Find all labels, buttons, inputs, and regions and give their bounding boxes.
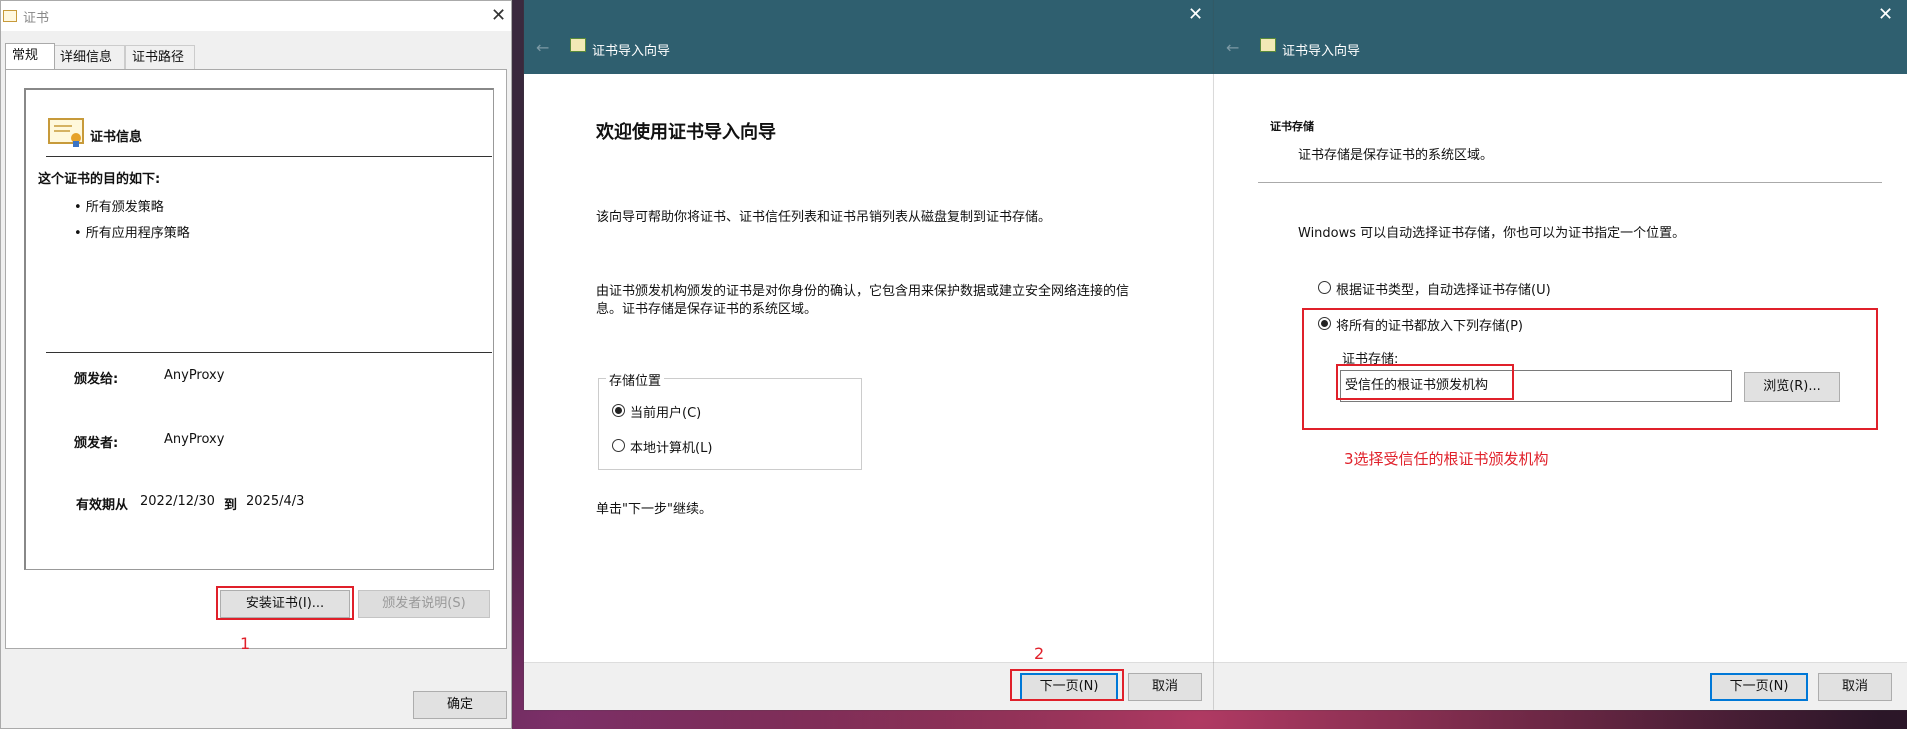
intro-text: Windows 可以自动选择证书存储，你也可以为证书指定一个位置。 <box>1298 226 1686 241</box>
import-wizard-welcome-window: ✕ ← 证书导入向导 欢迎使用证书导入向导 该向导可帮助你将证书、证书信任列表和… <box>524 0 1214 710</box>
section-title: 证书存储 <box>1270 120 1314 133</box>
close-icon[interactable]: ✕ <box>1878 6 1893 24</box>
certificate-info-box: 证书信息 这个证书的目的如下: • 所有颁发策略 • 所有应用程序策略 颁发给:… <box>24 88 494 570</box>
wizard-footer: 下一页(N) 取消 <box>524 662 1214 710</box>
auto-select-radio[interactable] <box>1318 281 1331 294</box>
step-annotation: 3选择受信任的根证书颁发机构 <box>1344 450 1549 468</box>
purpose-item: • 所有应用程序策略 <box>74 226 190 241</box>
title-bar: 证书 ✕ <box>1 1 511 31</box>
purpose-item: • 所有颁发策略 <box>74 200 164 215</box>
next-button[interactable]: 下一页(N) <box>1710 673 1808 701</box>
certificate-icon <box>1260 38 1276 52</box>
valid-to-value: 2025/4/3 <box>246 494 305 509</box>
divider <box>46 352 492 353</box>
valid-from-label: 有效期从 <box>76 498 129 513</box>
ok-button[interactable]: 确定 <box>413 691 507 719</box>
valid-to-label: 到 <box>224 498 238 513</box>
wizard-description: 该向导可帮助你将证书、证书信任列表和证书吊销列表从磁盘复制到证书存储。 <box>596 210 1052 225</box>
auto-select-label[interactable]: 根据证书类型，自动选择证书存储(U) <box>1336 279 1551 298</box>
local-machine-radio[interactable] <box>612 439 625 452</box>
tab-cert-path[interactable]: 证书路径 <box>125 45 195 69</box>
tab-general[interactable]: 常规 <box>5 43 55 70</box>
certificate-icon <box>570 38 586 52</box>
step-annotation: 2 <box>1034 644 1045 663</box>
install-certificate-button[interactable]: 安装证书(I)... <box>220 590 350 618</box>
continue-hint: 单击"下一步"继续。 <box>596 502 712 517</box>
issued-to-value: AnyProxy <box>164 368 225 383</box>
local-machine-label[interactable]: 本地计算机(L) <box>630 437 712 456</box>
divider <box>46 156 492 157</box>
place-all-radio[interactable] <box>1318 317 1331 330</box>
wizard-title: 证书导入向导 <box>1282 44 1361 59</box>
valid-from-value: 2022/12/30 <box>140 494 215 509</box>
certificate-store-field[interactable]: 受信任的根证书颁发机构 <box>1340 370 1732 402</box>
purpose-heading: 这个证书的目的如下: <box>38 172 161 187</box>
cancel-button[interactable]: 取消 <box>1128 673 1202 701</box>
section-description: 证书存储是保存证书的系统区域。 <box>1298 148 1494 163</box>
place-all-label[interactable]: 将所有的证书都放入下列存储(P) <box>1336 315 1523 334</box>
close-icon[interactable]: ✕ <box>491 7 506 25</box>
import-wizard-store-window: ✕ ← 证书导入向导 证书存储 证书存储是保存证书的系统区域。 Windows … <box>1214 0 1907 710</box>
wizard-header: ✕ ← 证书导入向导 <box>1214 0 1907 74</box>
current-user-label[interactable]: 当前用户(C) <box>630 402 701 421</box>
back-arrow-icon[interactable]: ← <box>1226 38 1239 57</box>
divider <box>1258 182 1882 183</box>
browse-button[interactable]: 浏览(R)... <box>1744 372 1840 402</box>
tab-details[interactable]: 详细信息 <box>53 45 125 69</box>
cert-info-title: 证书信息 <box>90 130 143 145</box>
next-button[interactable]: 下一页(N) <box>1020 673 1118 701</box>
cancel-button[interactable]: 取消 <box>1818 673 1892 701</box>
wizard-description: 由证书颁发机构颁发的证书是对你身份的确认，它包含用来保护数据或建立安全网络连接的… <box>596 284 1130 299</box>
issued-by-label: 颁发者: <box>74 436 119 451</box>
wizard-description: 息。证书存储是保存证书的系统区域。 <box>596 302 818 317</box>
general-panel: 证书信息 这个证书的目的如下: • 所有颁发策略 • 所有应用程序策略 颁发给:… <box>5 69 507 653</box>
store-location-group <box>598 378 862 470</box>
wizard-heading: 欢迎使用证书导入向导 <box>596 122 776 143</box>
current-user-radio[interactable] <box>612 404 625 417</box>
certificate-window: 证书 ✕ 详细信息 证书路径 常规 证书信息 这个证书的目的如下: • 所有颁发… <box>0 0 512 729</box>
back-arrow-icon[interactable]: ← <box>536 38 549 57</box>
store-location-label: 存储位置 <box>606 370 665 389</box>
wizard-header: ✕ ← 证书导入向导 <box>524 0 1214 74</box>
store-label: 证书存储: <box>1342 352 1399 367</box>
step-annotation: 1 <box>240 634 251 653</box>
wizard-title: 证书导入向导 <box>592 44 671 59</box>
certificate-icon <box>3 10 17 22</box>
close-icon[interactable]: ✕ <box>1188 6 1203 24</box>
issuer-statement-button[interactable]: 颁发者说明(S) <box>358 590 490 618</box>
wizard-footer: 下一页(N) 取消 <box>1214 662 1907 710</box>
certificate-icon <box>48 118 84 147</box>
issued-by-value: AnyProxy <box>164 432 225 447</box>
issued-to-label: 颁发给: <box>74 372 119 387</box>
window-title: 证书 <box>23 11 50 26</box>
